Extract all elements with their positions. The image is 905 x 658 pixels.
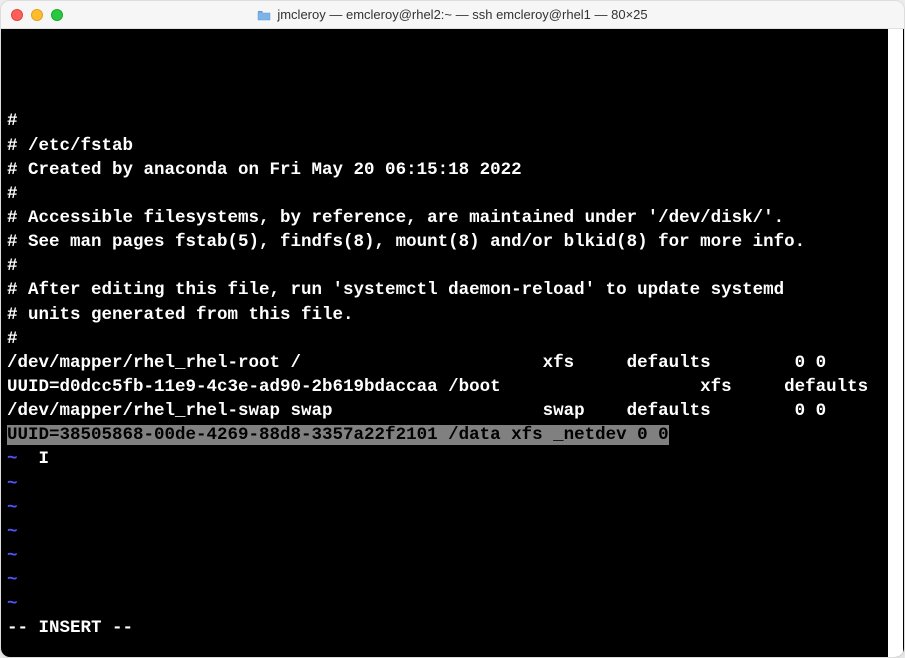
file-line: /dev/mapper/rhel_rhel-swap swap swap def…	[7, 401, 826, 421]
window-title: jmcleroy — emcleroy@rhel2:~ — ssh emcler…	[11, 7, 894, 22]
close-icon[interactable]	[11, 9, 23, 21]
file-line: #	[7, 256, 18, 276]
file-line: /dev/mapper/rhel_rhel-root / xfs default…	[7, 353, 826, 373]
vim-status: -- INSERT --	[7, 618, 133, 638]
vim-tilde: ~	[7, 594, 18, 614]
file-line: # units generated from this file.	[7, 305, 354, 325]
file-line: # Accessible filesystems, by reference, …	[7, 208, 784, 228]
scrollbar-thumb[interactable]	[889, 77, 902, 328]
terminal-window: jmcleroy — emcleroy@rhel2:~ — ssh emcler…	[0, 0, 905, 658]
vim-tilde: ~	[7, 498, 18, 518]
vim-tilde: ~	[7, 449, 18, 469]
file-line: #	[7, 329, 18, 349]
terminal-content: # # /etc/fstab # Created by anaconda on …	[7, 109, 898, 640]
file-line: #	[7, 111, 18, 131]
file-line: # After editing this file, run 'systemct…	[7, 280, 784, 300]
scrollbar[interactable]	[888, 29, 903, 657]
vim-tilde: ~	[7, 570, 18, 590]
titlebar[interactable]: jmcleroy — emcleroy@rhel2:~ — ssh emcler…	[1, 1, 904, 29]
file-line: #	[7, 184, 18, 204]
maximize-icon[interactable]	[51, 9, 63, 21]
vim-tilde: ~	[7, 522, 18, 542]
file-line: # /etc/fstab	[7, 136, 133, 156]
vim-tilde: ~	[7, 474, 18, 494]
file-line: UUID=d0dcc5fb-11e9-4c3e-ad90-2b619bdacca…	[7, 377, 904, 397]
text-cursor: I	[39, 447, 50, 471]
highlighted-line: UUID=38505868-00de-4269-88d8-3357a22f210…	[7, 425, 669, 445]
file-line: # See man pages fstab(5), findfs(8), mou…	[7, 232, 805, 252]
title-text: jmcleroy — emcleroy@rhel2:~ — ssh emcler…	[277, 7, 647, 22]
terminal-area[interactable]: # # /etc/fstab # Created by anaconda on …	[1, 29, 904, 657]
file-line: # Created by anaconda on Fri May 20 06:1…	[7, 160, 522, 180]
window-controls	[11, 9, 63, 21]
minimize-icon[interactable]	[31, 9, 43, 21]
vim-tilde: ~	[7, 546, 18, 566]
folder-icon	[257, 9, 271, 20]
